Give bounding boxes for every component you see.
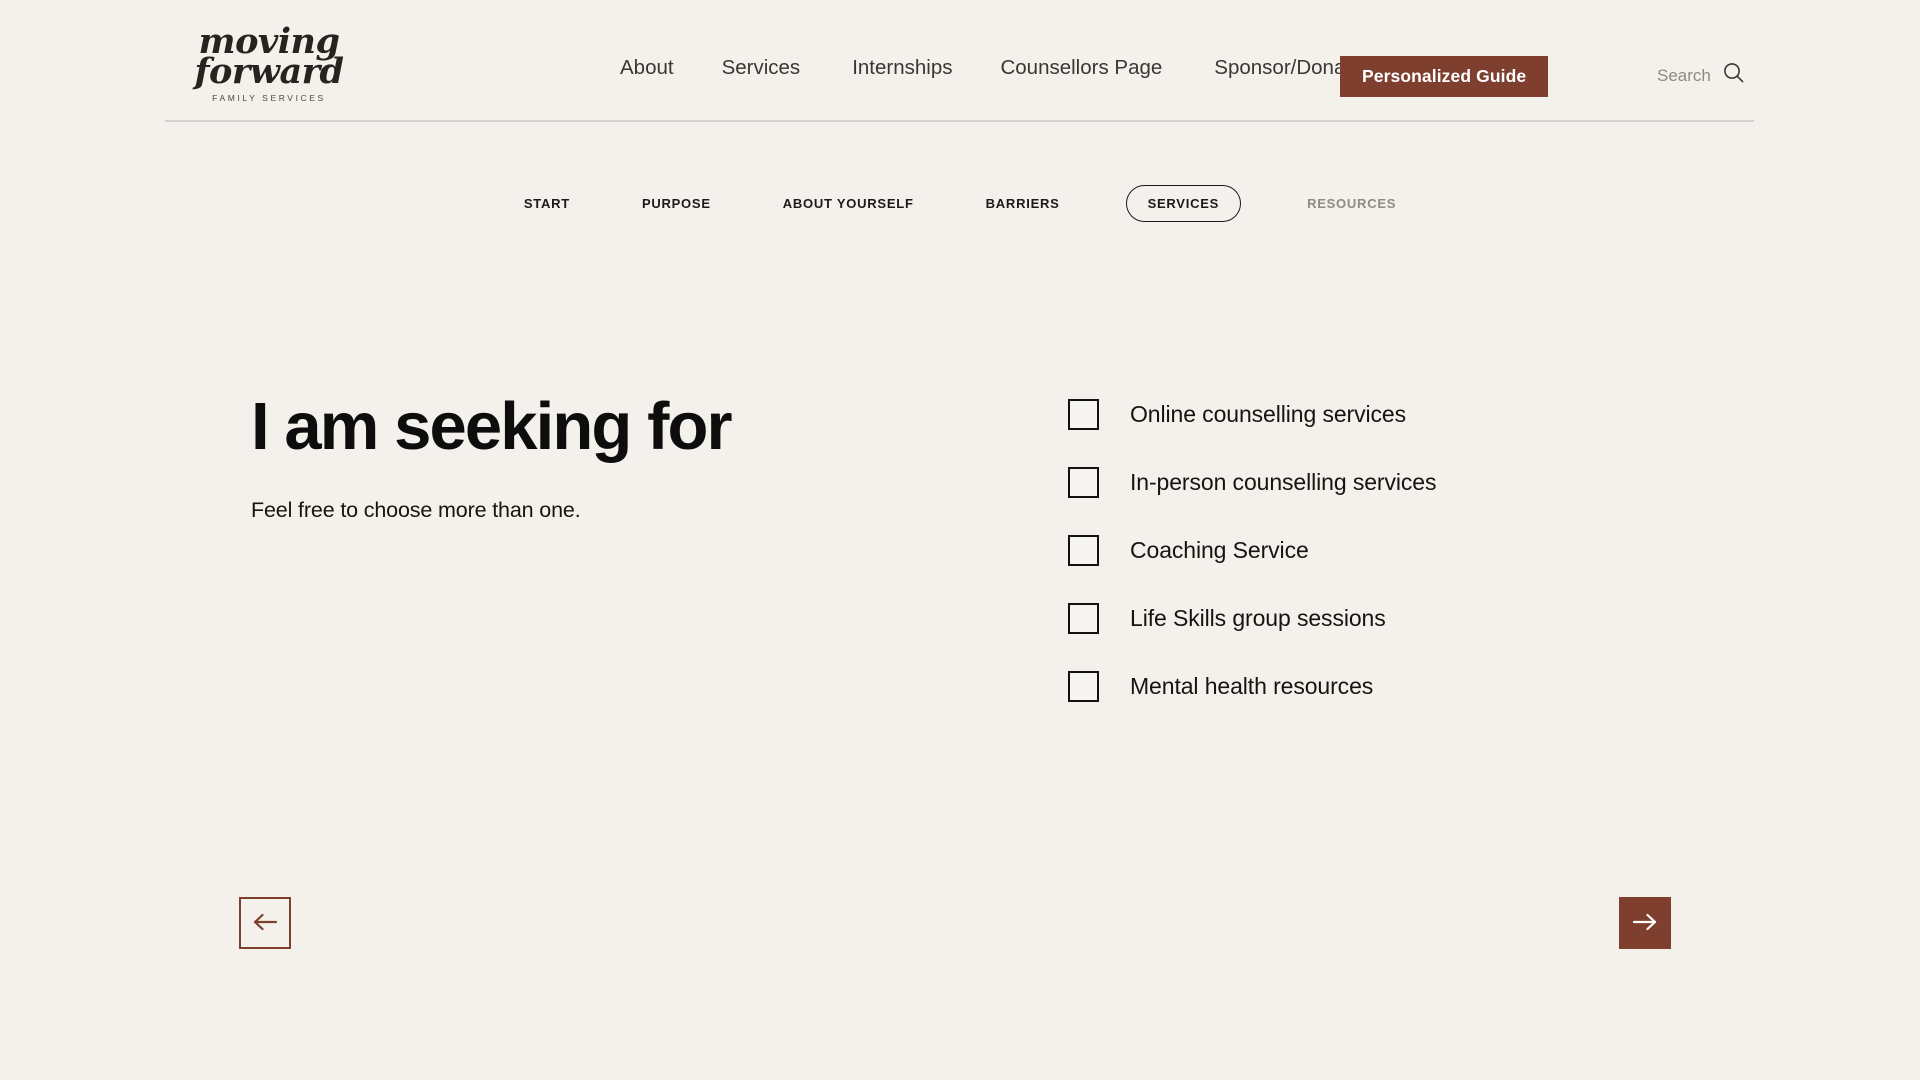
checkbox-in-person-counselling[interactable] (1068, 466, 1099, 498)
question-block: I am seeking for Feel free to choose mor… (251, 392, 891, 523)
option-label: Life Skills group sessions (1130, 604, 1386, 631)
checkbox-mental-health-resources[interactable] (1068, 670, 1099, 702)
checkbox-coaching-service[interactable] (1068, 534, 1099, 566)
option-coaching-service[interactable]: Coaching Service (1068, 531, 1436, 569)
page-subtitle: Feel free to choose more than one. (251, 497, 581, 522)
checkbox-life-skills-group-sessions[interactable] (1068, 602, 1099, 634)
option-label: Online counselling services (1130, 400, 1406, 427)
option-label: Mental health resources (1130, 672, 1374, 699)
option-in-person-counselling[interactable]: In-person counselling services (1068, 463, 1436, 501)
option-mental-health-resources[interactable]: Mental health resources (1068, 667, 1436, 705)
checkbox-online-counselling[interactable] (1068, 398, 1099, 430)
next-step-button[interactable] (1619, 897, 1671, 949)
main-content: I am seeking for Feel free to choose mor… (0, 0, 1920, 1080)
arrow-left-icon (252, 912, 278, 935)
option-label: In-person counselling services (1130, 468, 1437, 495)
option-online-counselling[interactable]: Online counselling services (1068, 395, 1436, 433)
arrow-right-icon (1632, 912, 1658, 935)
option-label: Coaching Service (1130, 536, 1309, 563)
option-life-skills-group-sessions[interactable]: Life Skills group sessions (1068, 599, 1436, 637)
services-checkbox-group: Online counselling services In-person co… (1068, 395, 1436, 705)
page-root: moving forward FAMILY SERVICES About Ser… (0, 0, 1920, 1080)
page-title: I am seeking for (251, 389, 733, 464)
previous-step-button[interactable] (239, 897, 291, 949)
